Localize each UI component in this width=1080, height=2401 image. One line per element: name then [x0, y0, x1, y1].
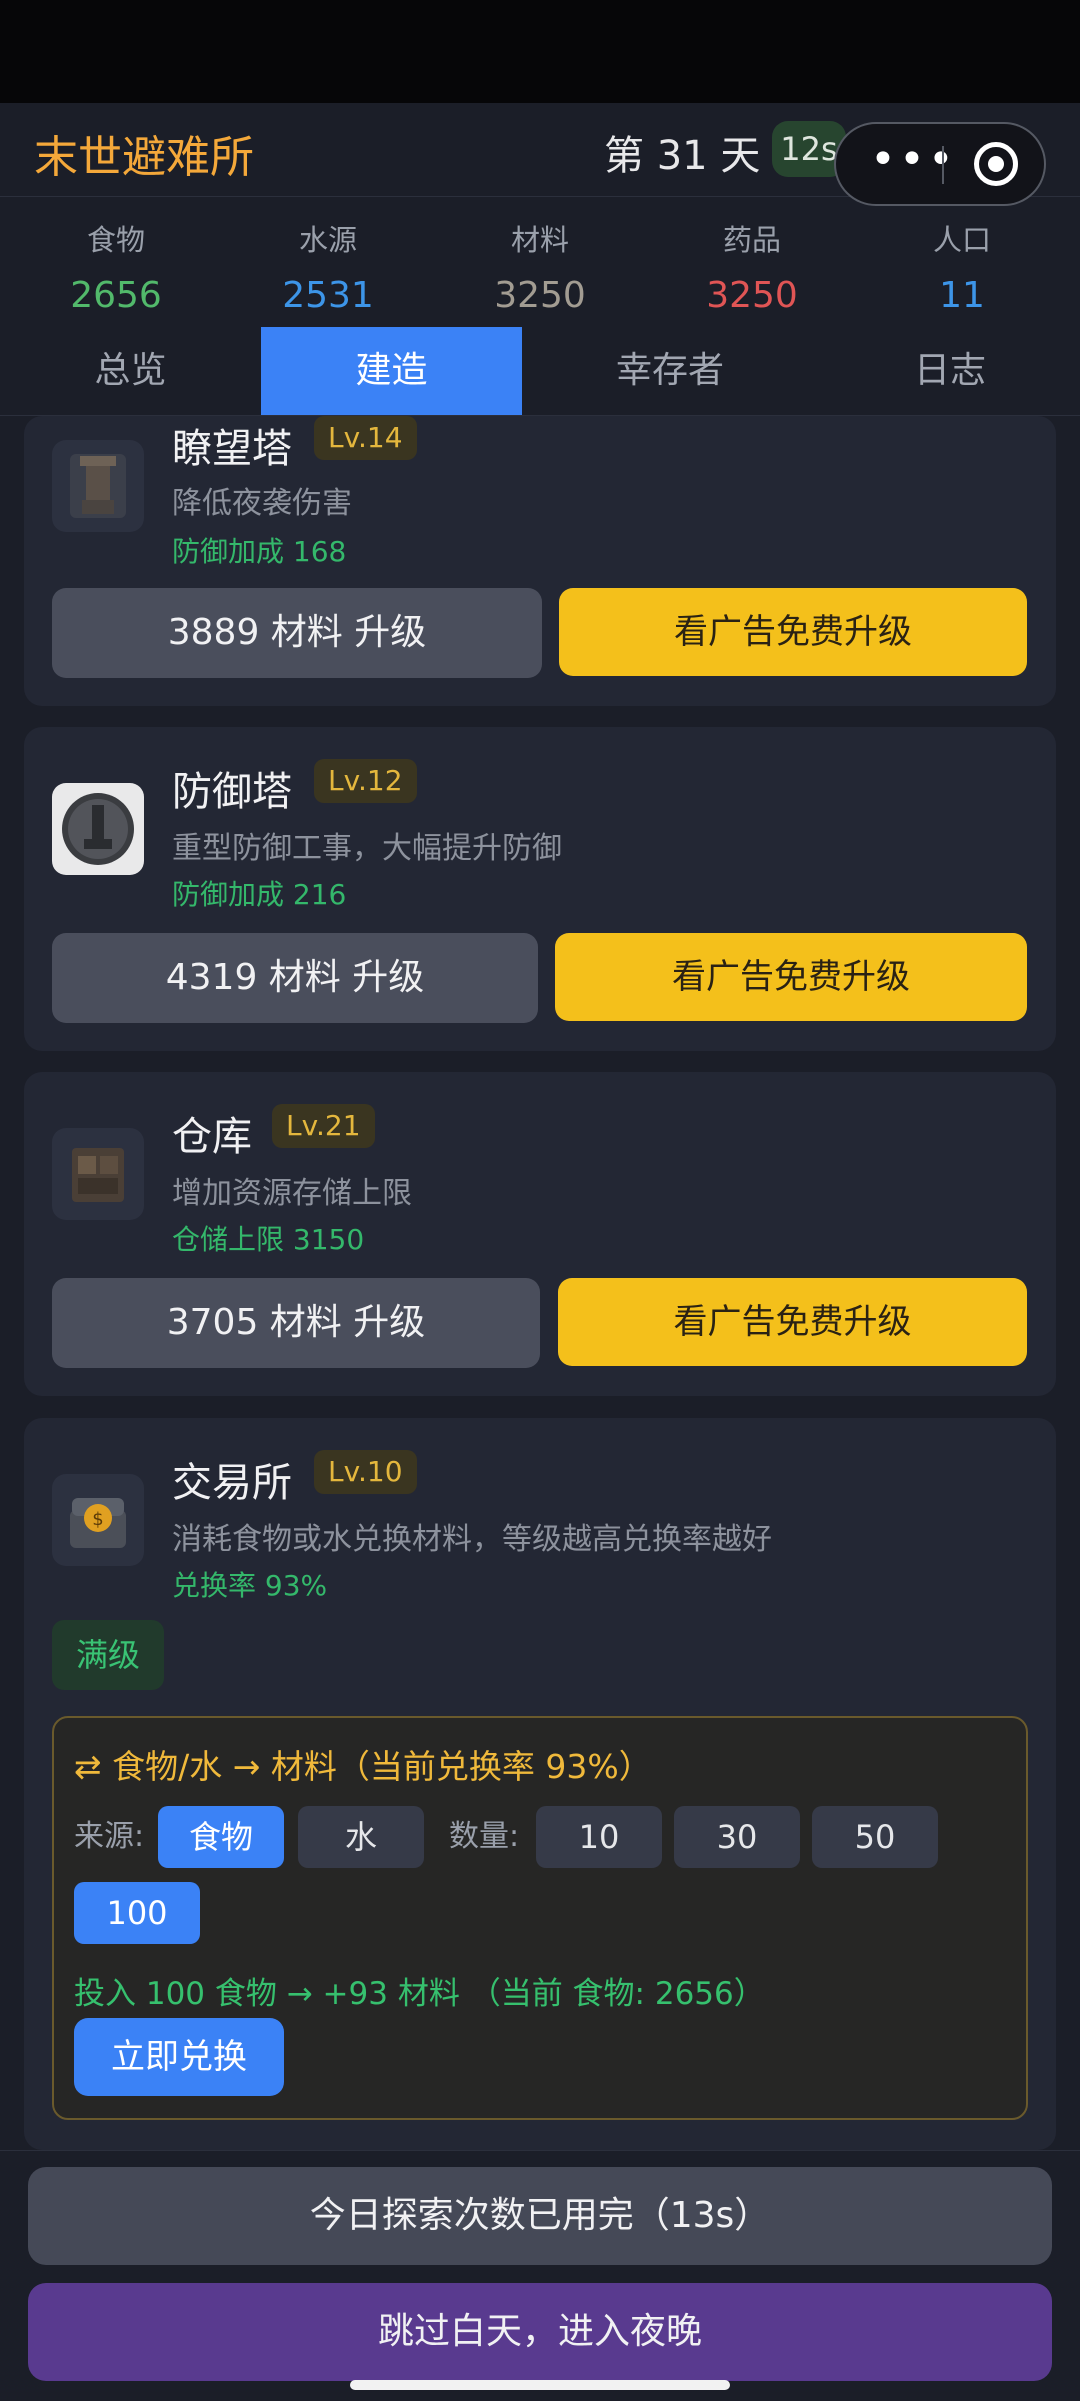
building-name: 交易所 — [172, 1460, 292, 1506]
qty-50-chip[interactable]: 50 — [812, 1806, 938, 1868]
building-card-defense-tower: 防御塔 Lv.12 重型防御工事，大幅提升防御 防御加成 216 4319 材料… — [24, 727, 1056, 1051]
building-desc: 降低夜袭伤害 — [172, 486, 352, 521]
exchange-preview: 投入 100 食物 → +93 材料 （当前 食物: 2656） — [74, 1976, 765, 2012]
building-desc: 重型防御工事，大幅提升防御 — [172, 831, 562, 866]
resource-label: 人口 — [932, 223, 991, 257]
building-desc: 增加资源存储上限 — [172, 1176, 412, 1211]
resource-food: 食物 2656 — [36, 217, 196, 316]
level-badge: Lv.12 — [314, 759, 417, 803]
qty-10-chip[interactable]: 10 — [536, 1806, 662, 1868]
resource-bar: 食物 2656 水源 2531 材料 3250 药品 3250 人口 11 — [0, 197, 1080, 327]
upgrade-button[interactable]: 4319 材料 升级 — [52, 933, 538, 1023]
ad-upgrade-button[interactable]: 看广告免费升级 — [558, 1278, 1027, 1366]
resource-water: 水源 2531 — [248, 217, 408, 316]
exchange-panel: ⇄ 食物/水 → 材料（当前兑换率 93%） 来源: 食物 水 数量: 10 3… — [52, 1716, 1028, 2120]
building-card-watchtower: 瞭望塔 Lv.14 降低夜袭伤害 防御加成 168 3889 材料 升级 看广告… — [24, 416, 1056, 706]
building-name: 防御塔 — [172, 769, 292, 815]
building-name: 仓库 — [172, 1114, 252, 1160]
defense-tower-icon — [52, 783, 144, 875]
home-indicator — [350, 2380, 730, 2390]
building-bonus: 防御加成 168 — [172, 535, 347, 568]
resource-medicine: 药品 3250 — [672, 217, 832, 316]
source-food-chip[interactable]: 食物 — [158, 1806, 284, 1868]
upgrade-button[interactable]: 3705 材料 升级 — [52, 1278, 540, 1368]
day-counter: 第 31 天 — [604, 133, 761, 179]
building-desc: 消耗食物或水兑换材料，等级越高兑换率越好 — [172, 1522, 772, 1557]
resource-value: 2531 — [282, 275, 374, 316]
tab-bar: 总览 建造 幸存者 日志 — [0, 327, 1080, 416]
capsule-divider — [942, 146, 944, 184]
ad-upgrade-button[interactable]: 看广告免费升级 — [559, 588, 1027, 676]
resource-population: 人口 11 — [882, 217, 1042, 316]
max-level-badge: 满级 — [52, 1620, 164, 1690]
qty-100-chip[interactable]: 100 — [74, 1882, 200, 1944]
quantity-label: 数量: — [449, 1819, 520, 1854]
resource-label: 食物 — [86, 223, 145, 257]
source-water-chip[interactable]: 水 — [298, 1806, 424, 1868]
tab-overview[interactable]: 总览 — [0, 327, 261, 415]
building-bonus: 防御加成 216 — [172, 878, 347, 911]
tab-build[interactable]: 建造 — [261, 327, 522, 415]
exchange-title: ⇄ 食物/水 → 材料（当前兑换率 93%） — [74, 1747, 652, 1786]
building-bonus: 仓储上限 3150 — [172, 1223, 365, 1256]
upgrade-button[interactable]: 3889 材料 升级 — [52, 588, 542, 678]
qty-30-chip[interactable]: 30 — [674, 1806, 800, 1868]
resource-value: 2656 — [70, 275, 162, 316]
watchtower-icon — [52, 440, 144, 532]
tab-log[interactable]: 日志 — [820, 327, 1080, 415]
resource-materials: 材料 3250 — [460, 217, 620, 316]
resource-label: 药品 — [722, 223, 781, 257]
resource-value: 11 — [939, 275, 985, 316]
svg-text:$: $ — [92, 1509, 103, 1530]
miniprogram-capsule: ••• — [834, 122, 1046, 206]
exchange-now-button[interactable]: 立即兑换 — [74, 2018, 284, 2096]
level-badge: Lv.10 — [314, 1450, 417, 1494]
building-card-exchange: $ 交易所 Lv.10 消耗食物或水兑换材料，等级越高兑换率越好 兑换率 93%… — [24, 1418, 1056, 2150]
building-name: 瞭望塔 — [172, 426, 292, 472]
level-badge: Lv.21 — [272, 1104, 375, 1148]
bottom-action-bar: 今日探索次数已用完（13s） 跳过白天，进入夜晚 — [0, 2150, 1080, 2401]
ad-upgrade-button[interactable]: 看广告免费升级 — [555, 933, 1027, 1021]
target-circle-icon[interactable] — [974, 142, 1018, 186]
exchange-chest-icon: $ — [52, 1474, 144, 1566]
app-title: 末世避难所 — [34, 132, 254, 183]
resource-value: 3250 — [706, 275, 798, 316]
resource-label: 材料 — [510, 223, 569, 257]
source-label: 来源: — [74, 1819, 145, 1854]
building-card-warehouse: 仓库 Lv.21 增加资源存储上限 仓储上限 3150 3705 材料 升级 看… — [24, 1072, 1056, 1396]
resource-value: 3250 — [494, 275, 586, 316]
status-bar — [0, 0, 1080, 103]
explore-button[interactable]: 今日探索次数已用完（13s） — [28, 2167, 1052, 2265]
resource-label: 水源 — [298, 223, 357, 257]
level-badge: Lv.14 — [314, 416, 417, 460]
tab-survivors[interactable]: 幸存者 — [540, 327, 800, 415]
building-bonus: 兑换率 93% — [172, 1569, 328, 1602]
warehouse-icon — [52, 1128, 144, 1220]
skip-day-button[interactable]: 跳过白天，进入夜晚 — [28, 2283, 1052, 2381]
